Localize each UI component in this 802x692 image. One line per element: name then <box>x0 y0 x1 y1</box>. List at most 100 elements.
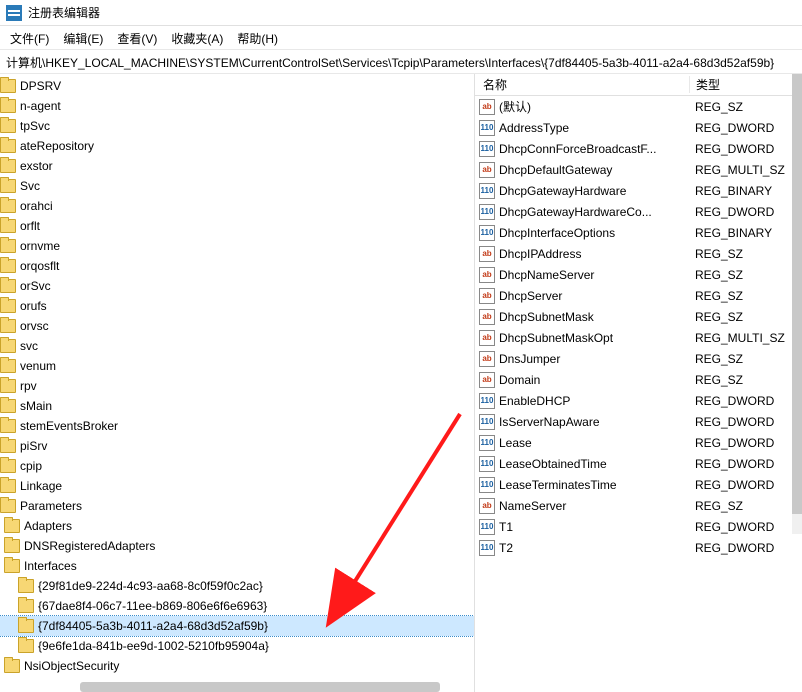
tree-item[interactable]: Adapters <box>0 516 474 536</box>
value-row[interactable]: abDhcpNameServerREG_SZ <box>475 264 802 285</box>
tree-item[interactable]: ateRepository <box>0 136 474 156</box>
tree-item[interactable]: orflt <box>0 216 474 236</box>
tree-item[interactable]: orqosflt <box>0 256 474 276</box>
value-row[interactable]: abDhcpSubnetMaskOptREG_MULTI_SZ <box>475 327 802 348</box>
string-value-icon: ab <box>479 330 495 346</box>
value-row[interactable]: abDnsJumperREG_SZ <box>475 348 802 369</box>
value-row[interactable]: 110DhcpGatewayHardwareCo...REG_DWORD <box>475 201 802 222</box>
folder-icon <box>18 639 34 653</box>
tree-item[interactable]: n-agent <box>0 96 474 116</box>
tree-item[interactable]: sMain <box>0 396 474 416</box>
tree-item[interactable]: Parameters <box>0 496 474 516</box>
value-row[interactable]: ab NameServerREG_SZ <box>475 495 802 516</box>
folder-icon <box>18 579 34 593</box>
tree-item[interactable]: svc <box>0 336 474 356</box>
column-name[interactable]: 名称 <box>475 76 690 93</box>
folder-icon <box>4 559 20 573</box>
tree-item[interactable]: Svc <box>0 176 474 196</box>
value-row[interactable]: 110T2REG_DWORD <box>475 537 802 558</box>
values-v-scrollbar-track[interactable] <box>792 74 802 534</box>
tree-item[interactable]: cpip <box>0 456 474 476</box>
value-row[interactable]: 110AddressTypeREG_DWORD <box>475 117 802 138</box>
tree-item-label: rpv <box>20 379 37 393</box>
value-row[interactable]: 110DhcpInterfaceOptionsREG_BINARY <box>475 222 802 243</box>
tree-item-label: Interfaces <box>24 559 77 573</box>
tree-item-label: Adapters <box>24 519 72 533</box>
menu-file[interactable]: 文件(F) <box>10 30 49 45</box>
value-row[interactable]: 110DhcpConnForceBroadcastF...REG_DWORD <box>475 138 802 159</box>
tree-pane[interactable]: DPSRVn-agenttpSvcateRepositoryexstorSvco… <box>0 74 475 692</box>
value-name: AddressType <box>499 121 689 135</box>
value-name: NameServer <box>499 499 689 513</box>
folder-icon <box>0 359 16 373</box>
tree-item[interactable]: {7df84405-5a3b-4011-a2a4-68d3d52af59b} <box>0 616 474 636</box>
menu-favorites[interactable]: 收藏夹(A) <box>171 30 223 45</box>
folder-icon <box>0 279 16 293</box>
tree-item[interactable]: {29f81de9-224d-4c93-aa68-8c0f59f0c2ac} <box>0 576 474 596</box>
tree-item[interactable]: stemEventsBroker <box>0 416 474 436</box>
tree-item[interactable]: piSrv <box>0 436 474 456</box>
value-name: (默认) <box>499 98 689 115</box>
binary-value-icon: 110 <box>479 414 495 430</box>
string-value-icon: ab <box>479 288 495 304</box>
tree-item[interactable]: Interfaces <box>0 556 474 576</box>
value-row[interactable]: abDhcpDefaultGatewayREG_MULTI_SZ <box>475 159 802 180</box>
value-row[interactable]: 110LeaseObtainedTimeREG_DWORD <box>475 453 802 474</box>
tree-item[interactable]: {9e6fe1da-841b-ee9d-1002-5210fb95904a} <box>0 636 474 656</box>
value-row[interactable]: 110EnableDHCPREG_DWORD <box>475 390 802 411</box>
string-value-icon: ab <box>479 498 495 514</box>
value-name: DhcpDefaultGateway <box>499 163 689 177</box>
value-type: REG_DWORD <box>689 205 774 219</box>
value-row[interactable]: 110LeaseREG_DWORD <box>475 432 802 453</box>
content-split: DPSRVn-agenttpSvcateRepositoryexstorSvco… <box>0 74 802 692</box>
value-row[interactable]: abDhcpServerREG_SZ <box>475 285 802 306</box>
tree-item[interactable]: tpSvc <box>0 116 474 136</box>
value-row[interactable]: 110LeaseTerminatesTimeREG_DWORD <box>475 474 802 495</box>
tree-item[interactable]: DPSRV <box>0 76 474 96</box>
value-row[interactable]: abDhcpIPAddressREG_SZ <box>475 243 802 264</box>
value-type: REG_DWORD <box>689 394 774 408</box>
menu-view[interactable]: 查看(V) <box>117 30 157 45</box>
menu-help[interactable]: 帮助(H) <box>237 30 278 45</box>
value-row[interactable]: 110T1REG_DWORD <box>475 516 802 537</box>
tree-item[interactable]: rpv <box>0 376 474 396</box>
tree-item[interactable]: orSvc <box>0 276 474 296</box>
tree-item-label: n-agent <box>20 99 61 113</box>
tree-item-label: NsiObjectSecurity <box>24 659 119 673</box>
tree-item[interactable]: ornvme <box>0 236 474 256</box>
values-list[interactable]: ab(默认)REG_SZ110AddressTypeREG_DWORD110Dh… <box>475 96 802 692</box>
value-type: REG_DWORD <box>689 457 774 471</box>
tree-item[interactable]: {67dae8f4-06c7-11ee-b869-806e6f6e6963} <box>0 596 474 616</box>
column-type[interactable]: 类型 <box>690 76 802 93</box>
tree-item[interactable]: NsiObjectSecurity <box>0 656 474 676</box>
value-row[interactable]: ab(默认)REG_SZ <box>475 96 802 117</box>
tree-item-label: orvsc <box>20 319 49 333</box>
tree-item-label: {67dae8f4-06c7-11ee-b869-806e6f6e6963} <box>38 599 267 613</box>
value-row[interactable]: 110DhcpGatewayHardwareREG_BINARY <box>475 180 802 201</box>
value-row[interactable]: abDomainREG_SZ <box>475 369 802 390</box>
value-name: IsServerNapAware <box>499 415 689 429</box>
folder-icon <box>0 79 16 93</box>
tree-item-label: DPSRV <box>20 79 61 93</box>
folder-icon <box>0 439 16 453</box>
tree-item[interactable]: venum <box>0 356 474 376</box>
tree-item[interactable]: orufs <box>0 296 474 316</box>
menu-edit[interactable]: 编辑(E) <box>63 30 103 45</box>
tree-h-scrollbar[interactable] <box>80 682 440 692</box>
tree-item-label: sMain <box>20 399 52 413</box>
tree-item[interactable]: exstor <box>0 156 474 176</box>
value-row[interactable]: abDhcpSubnetMaskREG_SZ <box>475 306 802 327</box>
binary-value-icon: 110 <box>479 393 495 409</box>
address-bar[interactable]: 计算机\HKEY_LOCAL_MACHINE\SYSTEM\CurrentCon… <box>0 50 802 74</box>
tree-item[interactable]: Linkage <box>0 476 474 496</box>
value-type: REG_SZ <box>689 268 743 282</box>
tree-item[interactable]: DNSRegisteredAdapters <box>0 536 474 556</box>
value-row[interactable]: 110IsServerNapAwareREG_DWORD <box>475 411 802 432</box>
folder-icon <box>0 159 16 173</box>
string-value-icon: ab <box>479 351 495 367</box>
value-name: Domain <box>499 373 689 387</box>
tree-item[interactable]: orahci <box>0 196 474 216</box>
values-v-scrollbar-thumb[interactable] <box>792 74 802 514</box>
tree-item[interactable]: orvsc <box>0 316 474 336</box>
value-type: REG_SZ <box>689 499 743 513</box>
